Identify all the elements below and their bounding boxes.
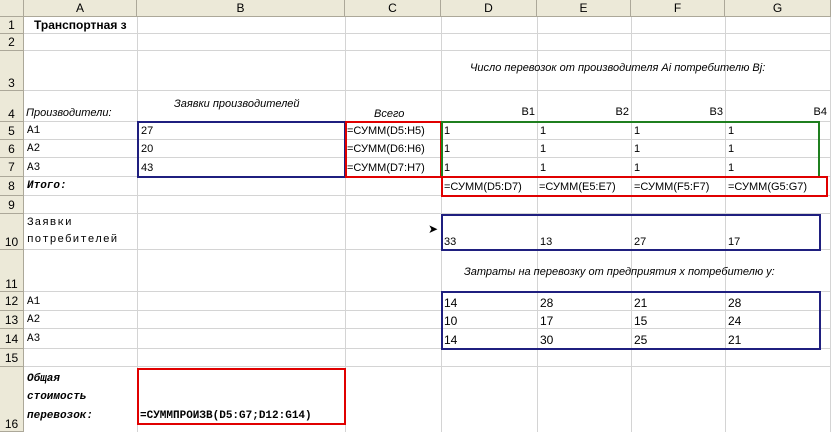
shipments-border [441, 121, 820, 178]
row-header-9[interactable]: 9 [0, 196, 24, 214]
gridline [24, 33, 831, 34]
total-cost-label-line1[interactable]: Общая [25, 373, 62, 385]
row-header-14[interactable]: 14 [0, 329, 24, 349]
consumer-requests-border [441, 214, 821, 251]
cost-producer-a1[interactable]: A1 [25, 296, 42, 308]
col-sums-border [441, 176, 828, 197]
cost-producer-a3[interactable]: A3 [25, 333, 42, 345]
costs-border [441, 291, 821, 350]
column-header-b[interactable]: B [137, 0, 345, 17]
row-header-15[interactable]: 15 [0, 349, 24, 367]
row-header-13[interactable]: 13 [0, 311, 24, 329]
column-header-e[interactable]: E [537, 0, 631, 17]
row-sums-border [345, 121, 442, 178]
column-header-d[interactable]: D [441, 0, 537, 17]
costs-header[interactable]: Затраты на перевозку от предприятия x по… [462, 266, 777, 278]
row-header-4[interactable]: 4 [0, 91, 24, 122]
shipments-header[interactable]: Число перевозок от производителя Ai потр… [468, 62, 767, 74]
row-header-12[interactable]: 12 [0, 292, 24, 311]
consumer-requests-label-line1[interactable]: Заявки [25, 217, 75, 229]
consumer-b3-header[interactable]: B3 [631, 106, 725, 118]
producer-a1[interactable]: A1 [25, 125, 42, 137]
gridline [24, 50, 831, 51]
consumer-requests-label-line2[interactable]: потребителей [25, 234, 120, 246]
column-header-f[interactable]: F [631, 0, 725, 17]
row-header-5[interactable]: 5 [0, 122, 24, 140]
row-header-3[interactable]: 3 [0, 51, 24, 91]
sheet-title[interactable]: Транспортная з [32, 18, 129, 32]
producer-requests-border [137, 121, 346, 178]
total-cost-label-line2[interactable]: стоимость [25, 391, 88, 403]
row-header-1[interactable]: 1 [0, 17, 24, 34]
consumer-b1-header[interactable]: B1 [441, 106, 537, 118]
column-header-c[interactable]: C [345, 0, 441, 17]
total-cost-label-line3[interactable]: перевозок: [25, 410, 95, 422]
row-header-2[interactable]: 2 [0, 34, 24, 51]
row-header-6[interactable]: 6 [0, 140, 24, 158]
producer-a3[interactable]: A3 [25, 162, 42, 174]
column-header-g[interactable]: G [725, 0, 831, 17]
total-label[interactable]: Всего [372, 108, 406, 120]
row-header-16[interactable]: 16 [0, 367, 24, 432]
select-all-corner[interactable] [0, 0, 24, 17]
row-header-8[interactable]: 8 [0, 177, 24, 196]
gridline [24, 90, 831, 91]
consumer-b4-header[interactable]: B4 [725, 106, 829, 118]
row-header-10[interactable]: 10 [0, 214, 24, 250]
gridline [24, 366, 831, 367]
arrow-icon: ➤ [428, 222, 439, 236]
producers-label[interactable]: Производители: [24, 107, 114, 119]
cost-producer-a2[interactable]: A2 [25, 314, 42, 326]
itogo-label[interactable]: Итого: [25, 180, 69, 192]
total-cost-border [137, 368, 346, 425]
row-header-7[interactable]: 7 [0, 158, 24, 177]
producer-a2[interactable]: A2 [25, 143, 42, 155]
producer-requests-label[interactable]: Заявки производителей [172, 98, 302, 110]
consumer-b2-header[interactable]: B2 [537, 106, 631, 118]
row-header-11[interactable]: 11 [0, 250, 24, 292]
column-header-a[interactable]: A [24, 0, 137, 17]
